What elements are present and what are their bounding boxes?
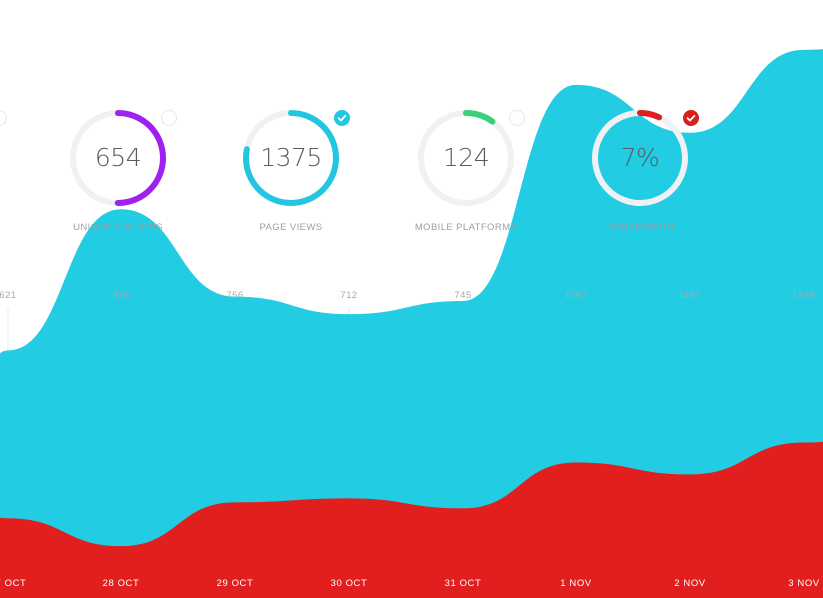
stat-label: MOBILE PLATFORMS bbox=[414, 222, 518, 233]
date-label: 31 OCT bbox=[445, 578, 482, 589]
check-icon[interactable] bbox=[683, 110, 699, 126]
date-label: 3 NOV bbox=[788, 578, 820, 589]
date-label: 30 OCT bbox=[331, 578, 368, 589]
stat-value: 124 bbox=[442, 143, 490, 172]
date-label: 28 OCT bbox=[103, 578, 140, 589]
stat-value: 1375 bbox=[260, 143, 322, 172]
stat-card-conversion: 7% CONVERSION bbox=[555, 0, 725, 250]
status-badge-circle[interactable] bbox=[509, 110, 525, 126]
progress-ring: 124 bbox=[416, 108, 516, 208]
status-badge-circle[interactable] bbox=[161, 110, 177, 126]
status-badge-circle[interactable] bbox=[0, 110, 7, 126]
progress-ring: 654 bbox=[68, 108, 168, 208]
value-label: 975 bbox=[112, 290, 129, 301]
value-label: 745 bbox=[454, 290, 471, 301]
check-icon[interactable] bbox=[334, 110, 350, 126]
progress-ring: 1375 bbox=[241, 108, 341, 208]
value-label: 756 bbox=[226, 290, 243, 301]
value-label: 712 bbox=[340, 290, 357, 301]
stat-value: 654 bbox=[94, 143, 142, 172]
stat-card-unique-visitors: 654 UNIQUE VISITORS bbox=[33, 0, 203, 250]
stats-row: 654 UNIQUE VISITORS 1375 PAGE VIEWS 124 MOBIL… bbox=[0, 0, 823, 260]
stat-label: UNIQUE VISITORS bbox=[73, 222, 163, 233]
date-label: 29 OCT bbox=[217, 578, 254, 589]
stat-value: 7% bbox=[620, 143, 660, 172]
value-label: 1167 bbox=[679, 290, 701, 301]
value-label: 621 bbox=[0, 290, 17, 301]
value-label: 1375 bbox=[792, 290, 815, 301]
stat-label: PAGE VIEWS bbox=[259, 222, 323, 233]
progress-ring: 7% bbox=[590, 108, 690, 208]
value-label: 1287 bbox=[564, 290, 587, 301]
stat-card-page-views: 1375 PAGE VIEWS bbox=[206, 0, 376, 250]
stat-label: CONVERSION bbox=[606, 222, 674, 233]
date-label: 2 NOV bbox=[674, 578, 706, 589]
stat-card-mobile-platforms: 124 MOBILE PLATFORMS bbox=[381, 0, 551, 250]
date-label: 27 OCT bbox=[0, 578, 26, 589]
date-label: 1 NOV bbox=[560, 578, 592, 589]
